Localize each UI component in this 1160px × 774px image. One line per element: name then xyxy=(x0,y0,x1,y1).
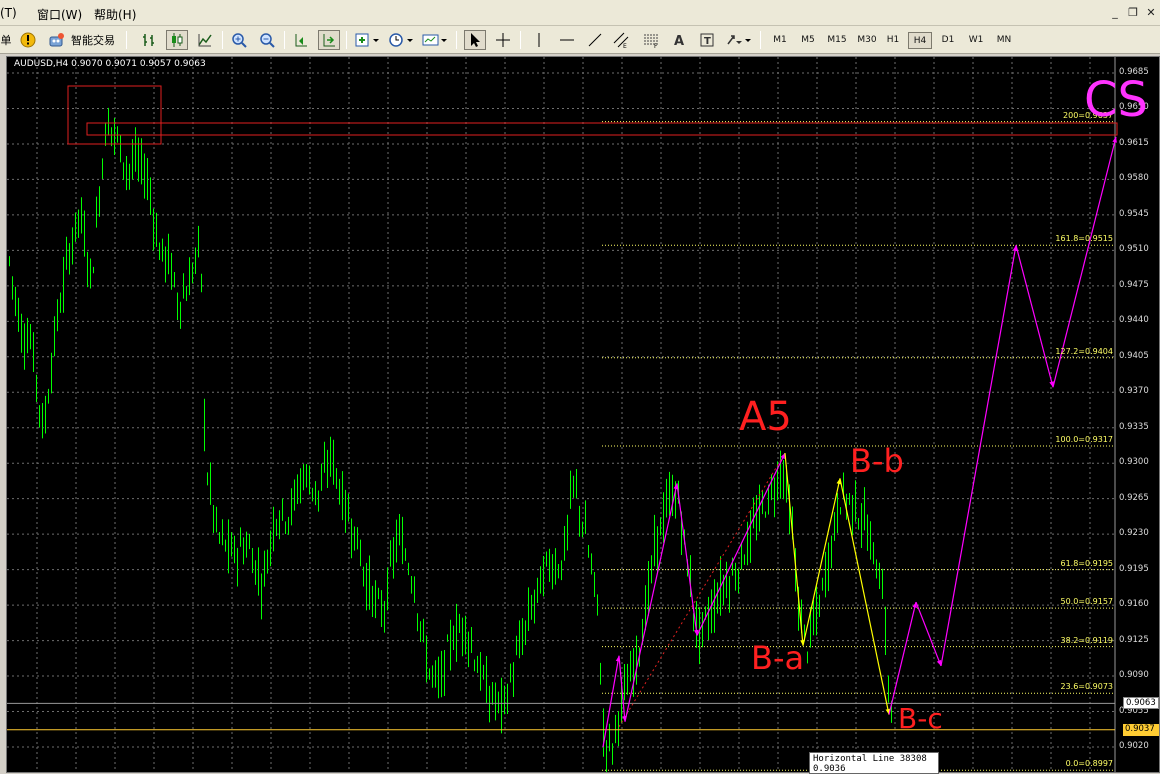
periods-icon[interactable] xyxy=(386,30,416,50)
chart-symbol-info: AUDUSD,H4 0.9070 0.9071 0.9057 0.9063 xyxy=(14,59,206,69)
price-axis-label: 0.9405 xyxy=(1119,350,1149,361)
horizontal-line-tooltip: Horizontal Line 38308 0.9036 xyxy=(809,752,939,774)
wave-arrow xyxy=(676,483,698,636)
wave-arrow-yellow xyxy=(784,453,804,646)
annotation-b-a: B-a xyxy=(751,639,805,677)
fib-level-label: 61.8=0.9195 xyxy=(1060,558,1113,568)
menu-bar: (T) 窗口(W) 帮助(H) _ ❐ ✕ xyxy=(0,0,1160,26)
wave-arrow xyxy=(888,601,917,715)
vertical-line-icon[interactable] xyxy=(528,30,550,50)
wave-arrow xyxy=(915,601,942,667)
text-icon[interactable]: A xyxy=(668,30,690,50)
current-price-marker: 0.9063 xyxy=(1123,697,1159,710)
menu-item-tools[interactable]: (T) xyxy=(0,6,17,20)
fib-level-label: 23.6=0.9073 xyxy=(1060,682,1113,692)
zone-band xyxy=(86,122,1118,136)
price-axis-label: 0.9580 xyxy=(1119,173,1149,184)
price-axis-label: 0.9475 xyxy=(1119,279,1149,290)
expert-advisors-icon[interactable] xyxy=(46,30,66,50)
equidistant-channel-icon[interactable]: E xyxy=(610,30,632,50)
tooltip-title: Horizontal Line 38308 xyxy=(813,754,927,764)
wave-arrow-head xyxy=(936,659,942,666)
price-axis-label: 0.9370 xyxy=(1119,386,1149,397)
price-axis-label: 0.9615 xyxy=(1119,137,1149,148)
fib-level-label: 161.8=0.9515 xyxy=(1055,234,1113,244)
timeframe-mn[interactable]: MN xyxy=(991,32,1017,49)
wave-arrow xyxy=(624,483,678,722)
chart-shift-icon[interactable] xyxy=(290,30,312,50)
text-label-icon[interactable]: T xyxy=(696,30,718,50)
timeframe-m15[interactable]: M15 xyxy=(823,32,851,49)
horizontal-line-price-marker: 0.9037 xyxy=(1123,723,1159,736)
price-axis-label: 0.9195 xyxy=(1119,563,1149,574)
toolbar-left-glyph: 单 xyxy=(0,34,12,47)
line-chart-icon[interactable] xyxy=(194,30,216,50)
annotation-a5: A5 xyxy=(739,394,792,440)
price-axis-label: 0.9440 xyxy=(1119,315,1149,326)
bar-chart-icon[interactable] xyxy=(138,30,160,50)
price-axis-label: 0.9125 xyxy=(1119,634,1149,645)
toolbar: 单 智能交易 E F A T M1 M5 M15 M30 H1 H4 D1 W1… xyxy=(0,26,1160,54)
annotation-b-c: B-c xyxy=(898,702,943,735)
wave-arrow xyxy=(1015,245,1054,388)
arrows-icon[interactable] xyxy=(724,30,754,50)
price-axis-label: 0.9300 xyxy=(1119,457,1149,468)
price-chart[interactable] xyxy=(7,57,1159,772)
candlestick-icon[interactable] xyxy=(166,30,188,50)
alert-icon[interactable] xyxy=(18,30,38,50)
horizontal-line-icon[interactable] xyxy=(556,30,578,50)
fib-level-label: 38.2=0.9119 xyxy=(1060,635,1113,645)
annotation-cs: CS xyxy=(1084,72,1148,128)
fib-level-label: 100.0=0.9317 xyxy=(1055,434,1113,444)
price-axis-label: 0.9090 xyxy=(1119,670,1149,681)
fib-level-label: 50.0=0.9157 xyxy=(1060,597,1113,607)
trendline-icon[interactable] xyxy=(584,30,606,50)
chart-window[interactable]: AUDUSD,H4 0.9070 0.9071 0.9057 0.9063 0.… xyxy=(6,56,1160,774)
templates-icon[interactable] xyxy=(420,30,450,50)
price-axis-label: 0.9230 xyxy=(1119,528,1149,539)
timeframe-h4[interactable]: H4 xyxy=(908,32,932,49)
restore-icon[interactable]: ❐ xyxy=(1126,7,1140,20)
zoom-in-icon[interactable] xyxy=(228,30,250,50)
svg-text:E: E xyxy=(623,43,627,48)
timeframe-w1[interactable]: W1 xyxy=(964,32,988,49)
price-axis-label: 0.9265 xyxy=(1119,492,1149,503)
expert-advisors-button[interactable]: 智能交易 xyxy=(68,30,118,50)
indicators-icon[interactable] xyxy=(352,30,382,50)
timeframe-d1[interactable]: D1 xyxy=(937,32,959,49)
svg-text:A: A xyxy=(674,34,684,48)
wave-arrow xyxy=(940,245,1017,667)
price-axis-label: 0.9020 xyxy=(1119,741,1149,751)
fibonacci-icon[interactable]: F xyxy=(640,30,662,50)
timeframe-m30[interactable]: M30 xyxy=(853,32,881,49)
fib-level-label: 0.0=0.8997 xyxy=(1065,759,1113,769)
price-axis-label: 0.9160 xyxy=(1119,599,1149,610)
annotation-b-b: B-b xyxy=(850,442,904,480)
price-axis-label: 0.9335 xyxy=(1119,421,1149,432)
menu-item-help[interactable]: 帮助(H) xyxy=(94,6,136,23)
timeframe-m1[interactable]: M1 xyxy=(769,32,791,49)
menu-item-window[interactable]: 窗口(W) xyxy=(37,6,82,23)
crosshair-icon[interactable] xyxy=(492,30,514,50)
price-axis-label: 0.9510 xyxy=(1119,244,1149,255)
autoscroll-icon[interactable] xyxy=(318,30,340,50)
fib-level-label: 127.2=0.9404 xyxy=(1055,346,1113,356)
trendline-dotted xyxy=(618,452,786,727)
zoom-out-icon[interactable] xyxy=(256,30,278,50)
svg-text:F: F xyxy=(654,43,658,48)
wave-arrow xyxy=(602,655,620,748)
cursor-icon[interactable] xyxy=(464,30,486,50)
wave-arrow-yellow xyxy=(802,478,841,646)
price-axis-label: 0.9545 xyxy=(1119,208,1149,219)
svg-text:T: T xyxy=(704,36,711,47)
timeframe-m5[interactable]: M5 xyxy=(796,32,820,49)
close-icon[interactable]: ✕ xyxy=(1144,7,1158,20)
minimize-icon[interactable]: _ xyxy=(1108,7,1122,20)
timeframe-h1[interactable]: H1 xyxy=(882,32,904,49)
